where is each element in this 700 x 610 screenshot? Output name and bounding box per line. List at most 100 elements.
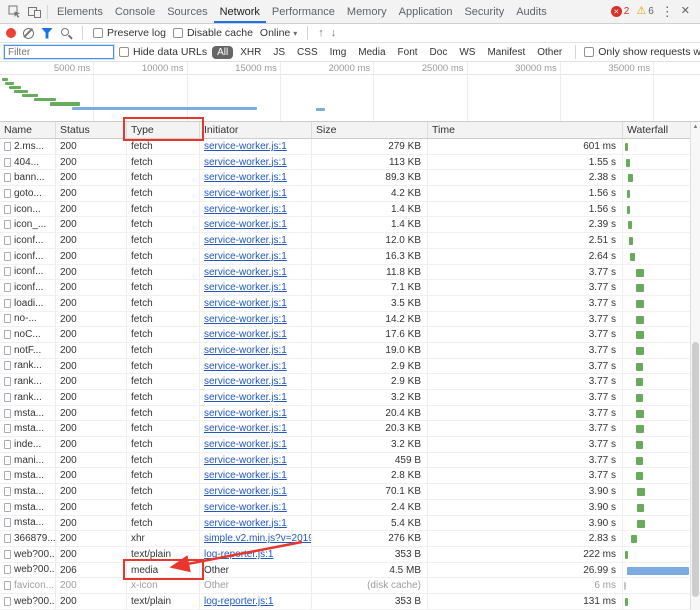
initiator-link[interactable]: service-worker.js:1 bbox=[204, 502, 287, 513]
table-row[interactable]: web?00...206mediaOther4.5 MB26.99 s bbox=[0, 563, 700, 579]
table-row[interactable]: no-...200fetchservice-worker.js:114.2 KB… bbox=[0, 312, 700, 328]
tab-elements[interactable]: Elements bbox=[51, 0, 109, 23]
filter-chip-js[interactable]: JS bbox=[268, 46, 290, 59]
initiator-link[interactable]: service-worker.js:1 bbox=[204, 188, 287, 199]
vertical-scrollbar[interactable]: ▲ bbox=[690, 122, 700, 610]
initiator-link[interactable]: service-worker.js:1 bbox=[204, 439, 287, 450]
initiator-link[interactable]: service-worker.js:1 bbox=[204, 361, 287, 372]
initiator-link[interactable]: service-worker.js:1 bbox=[204, 455, 287, 466]
table-row[interactable]: goto...200fetchservice-worker.js:14.2 KB… bbox=[0, 186, 700, 202]
table-row[interactable]: iconf...200fetchservice-worker.js:116.3 … bbox=[0, 249, 700, 265]
initiator-link[interactable]: simple.v2.min.js?v=20190... bbox=[204, 533, 312, 544]
initiator-link[interactable]: service-worker.js:1 bbox=[204, 314, 287, 325]
filter-chip-manifest[interactable]: Manifest bbox=[482, 46, 530, 59]
table-row[interactable]: 366879...200xhrsimple.v2.min.js?v=20190.… bbox=[0, 531, 700, 547]
error-badge[interactable]: ✕ 2 bbox=[611, 6, 630, 17]
table-row[interactable]: 404...200fetchservice-worker.js:1113 KB1… bbox=[0, 155, 700, 171]
tab-security[interactable]: Security bbox=[458, 0, 510, 23]
tab-console[interactable]: Console bbox=[109, 0, 161, 23]
filter-chip-doc[interactable]: Doc bbox=[425, 46, 453, 59]
table-row[interactable]: msta...200fetchservice-worker.js:170.1 K… bbox=[0, 484, 700, 500]
initiator-link[interactable]: service-worker.js:1 bbox=[204, 219, 287, 230]
table-row[interactable]: favicon...200x-iconOther(disk cache)6 ms bbox=[0, 578, 700, 594]
table-row[interactable]: bann...200fetchservice-worker.js:189.3 K… bbox=[0, 170, 700, 186]
table-row[interactable]: mani...200fetchservice-worker.js:1459 B3… bbox=[0, 453, 700, 469]
initiator-link[interactable]: service-worker.js:1 bbox=[204, 392, 287, 403]
initiator-link[interactable]: service-worker.js:1 bbox=[204, 408, 287, 419]
table-row[interactable]: msta...200fetchservice-worker.js:15.4 KB… bbox=[0, 516, 700, 532]
initiator-link[interactable]: service-worker.js:1 bbox=[204, 235, 287, 246]
warning-badge[interactable]: ⚠ 6 bbox=[636, 6, 653, 17]
initiator-link[interactable]: service-worker.js:1 bbox=[204, 172, 287, 183]
samesite-checkbox[interactable] bbox=[584, 47, 594, 57]
tab-application[interactable]: Application bbox=[393, 0, 459, 23]
table-row[interactable]: web?00...200text/plainlog-reporter.js:13… bbox=[0, 547, 700, 563]
table-row[interactable]: noC...200fetchservice-worker.js:117.6 KB… bbox=[0, 327, 700, 343]
tab-audits[interactable]: Audits bbox=[510, 0, 553, 23]
filter-chip-font[interactable]: Font bbox=[393, 46, 423, 59]
table-row[interactable]: msta...200fetchservice-worker.js:120.3 K… bbox=[0, 421, 700, 437]
scrollbar-thumb[interactable] bbox=[692, 342, 699, 597]
table-row[interactable]: rank...200fetchservice-worker.js:12.9 KB… bbox=[0, 374, 700, 390]
table-row[interactable]: iconf...200fetchservice-worker.js:112.0 … bbox=[0, 233, 700, 249]
table-row[interactable]: iconf...200fetchservice-worker.js:111.8 … bbox=[0, 265, 700, 281]
initiator-link[interactable]: log-reporter.js:1 bbox=[204, 596, 273, 607]
filter-toggle-icon[interactable] bbox=[41, 28, 53, 39]
table-row[interactable]: inde...200fetchservice-worker.js:13.2 KB… bbox=[0, 437, 700, 453]
table-row[interactable]: notF...200fetchservice-worker.js:119.0 K… bbox=[0, 343, 700, 359]
table-row[interactable]: rank...200fetchservice-worker.js:12.9 KB… bbox=[0, 359, 700, 375]
export-har-icon[interactable]: ↓ bbox=[331, 28, 337, 39]
initiator-link[interactable]: service-worker.js:1 bbox=[204, 204, 287, 215]
table-row[interactable]: rank...200fetchservice-worker.js:13.2 KB… bbox=[0, 390, 700, 406]
initiator-link[interactable]: service-worker.js:1 bbox=[204, 376, 287, 387]
table-row[interactable]: msta...200fetchservice-worker.js:120.4 K… bbox=[0, 406, 700, 422]
filter-chip-css[interactable]: CSS bbox=[292, 46, 323, 59]
column-header-size[interactable]: Size bbox=[312, 122, 428, 138]
inspect-element-icon[interactable] bbox=[4, 2, 24, 22]
tab-performance[interactable]: Performance bbox=[266, 0, 341, 23]
filter-chip-all[interactable]: All bbox=[212, 46, 233, 59]
table-row[interactable]: web?00...200text/plainlog-reporter.js:13… bbox=[0, 594, 700, 610]
initiator-link[interactable]: service-worker.js:1 bbox=[204, 486, 287, 497]
tab-memory[interactable]: Memory bbox=[341, 0, 393, 23]
initiator-link[interactable]: service-worker.js:1 bbox=[204, 329, 287, 340]
table-row[interactable]: icon...200fetchservice-worker.js:11.4 KB… bbox=[0, 202, 700, 218]
filter-chip-xhr[interactable]: XHR bbox=[235, 46, 266, 59]
import-har-icon[interactable]: ↑ bbox=[318, 28, 324, 39]
filter-chip-other[interactable]: Other bbox=[532, 46, 567, 59]
more-options-icon[interactable]: ⋮ bbox=[661, 5, 674, 18]
initiator-link[interactable]: service-worker.js:1 bbox=[204, 251, 287, 262]
initiator-link[interactable]: service-worker.js:1 bbox=[204, 267, 287, 278]
table-row[interactable]: 2.ms...200fetchservice-worker.js:1279 KB… bbox=[0, 139, 700, 155]
initiator-link[interactable]: service-worker.js:1 bbox=[204, 141, 287, 152]
search-icon[interactable] bbox=[60, 27, 72, 39]
scroll-up-arrow-icon[interactable]: ▲ bbox=[691, 122, 700, 133]
column-header-name[interactable]: Name bbox=[0, 122, 56, 138]
initiator-link[interactable]: service-worker.js:1 bbox=[204, 345, 287, 356]
table-row[interactable]: loadi...200fetchservice-worker.js:13.5 K… bbox=[0, 296, 700, 312]
initiator-link[interactable]: service-worker.js:1 bbox=[204, 298, 287, 309]
table-row[interactable]: iconf...200fetchservice-worker.js:17.1 K… bbox=[0, 280, 700, 296]
clear-button[interactable] bbox=[23, 28, 34, 39]
initiator-link[interactable]: service-worker.js:1 bbox=[204, 282, 287, 293]
tab-network[interactable]: Network bbox=[214, 0, 266, 23]
initiator-link[interactable]: service-worker.js:1 bbox=[204, 157, 287, 168]
disable-cache-checkbox[interactable] bbox=[173, 28, 183, 38]
filter-input[interactable] bbox=[4, 45, 114, 59]
column-header-type[interactable]: Type bbox=[127, 122, 200, 138]
preserve-log-checkbox[interactable] bbox=[93, 28, 103, 38]
close-devtools-icon[interactable]: ✕ bbox=[681, 6, 690, 17]
timeline-overview[interactable]: 5000 ms10000 ms15000 ms20000 ms25000 ms3… bbox=[0, 62, 700, 122]
table-row[interactable]: msta...200fetchservice-worker.js:12.8 KB… bbox=[0, 468, 700, 484]
throttling-dropdown[interactable]: Online ▾ bbox=[260, 27, 297, 39]
initiator-link[interactable]: service-worker.js:1 bbox=[204, 423, 287, 434]
table-row[interactable]: icon_...200fetchservice-worker.js:11.4 K… bbox=[0, 217, 700, 233]
filter-chip-img[interactable]: Img bbox=[325, 46, 352, 59]
table-row[interactable]: msta...200fetchservice-worker.js:12.4 KB… bbox=[0, 500, 700, 516]
column-header-initiator[interactable]: Initiator bbox=[200, 122, 312, 138]
column-header-status[interactable]: Status bbox=[56, 122, 127, 138]
column-header-waterfall[interactable]: Waterfall bbox=[623, 122, 700, 138]
initiator-link[interactable]: service-worker.js:1 bbox=[204, 518, 287, 529]
tab-sources[interactable]: Sources bbox=[161, 0, 213, 23]
initiator-link[interactable]: log-reporter.js:1 bbox=[204, 549, 273, 560]
